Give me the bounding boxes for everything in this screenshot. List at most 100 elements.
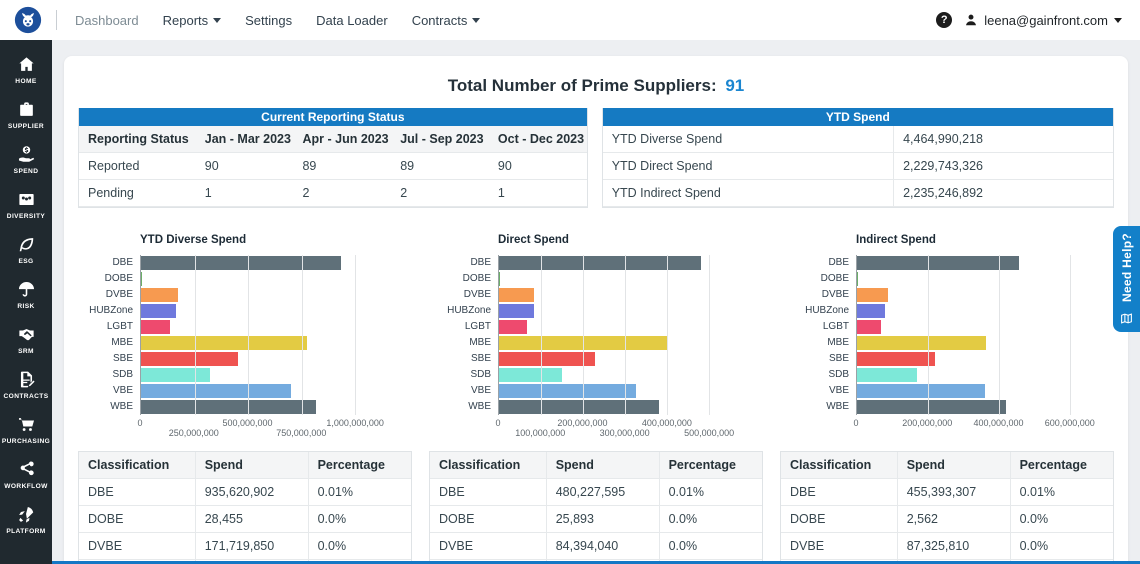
classification-cell: DBE xyxy=(79,478,196,506)
classification-col-header: Percentage xyxy=(307,452,411,479)
sidebar-item-home[interactable]: HOME xyxy=(0,52,52,88)
sidebar-item-purchasing[interactable]: PURCHASING xyxy=(0,412,52,448)
classification-table-2: Classification Spend Percentage DBE 480,227,… xyxy=(429,451,763,564)
bar-wbe xyxy=(857,400,1006,414)
sidebar-item-diversity[interactable]: DIVERSITY xyxy=(0,187,52,223)
x-axis-tick-label: 200,000,000 xyxy=(557,418,608,428)
classification-cell: DOBE xyxy=(79,505,196,533)
bar-sbe xyxy=(141,352,239,366)
y-axis-label: LGBT xyxy=(464,321,491,332)
bar-dobe xyxy=(141,272,142,286)
bar-vbe xyxy=(141,384,291,398)
need-help-map-icon xyxy=(1121,312,1132,324)
classification-cell: 87,325,810 xyxy=(896,532,1011,560)
x-axis-tick-label: 750,000,000 xyxy=(276,428,327,438)
y-axis-label: SBE xyxy=(470,353,491,364)
sidebar-item-supplier[interactable]: SUPPLIER xyxy=(0,97,52,133)
y-axis-label: DBE xyxy=(828,257,849,268)
reporting-status-table-title: Current Reporting Status xyxy=(79,108,587,126)
classification-cell: 0.0% xyxy=(307,532,411,560)
bar-row xyxy=(857,351,1084,367)
plot-area xyxy=(140,255,368,415)
user-menu[interactable]: leena@gainfront.com xyxy=(964,13,1122,28)
classification-row: DVBE 84,394,040 0.0% xyxy=(430,532,762,560)
y-axis-label: WBE xyxy=(826,401,849,412)
nav-item-data-loader[interactable]: Data Loader xyxy=(316,13,388,28)
x-axis-tick-label: 0 xyxy=(495,418,501,428)
sidebar-item-label: CONTRACTS xyxy=(3,393,49,400)
bar-row xyxy=(499,303,726,319)
sidebar-item-platform[interactable]: PLATFORM xyxy=(0,502,52,538)
handshake-icon xyxy=(18,329,34,341)
need-help-tab[interactable]: Need Help? xyxy=(1113,226,1140,332)
bar-dbe xyxy=(857,256,1019,270)
chart-title: YTD Diverse Spend xyxy=(140,234,247,246)
nav-item-settings[interactable]: Settings xyxy=(245,13,292,28)
sidebar-item-risk[interactable]: RISK xyxy=(0,277,52,313)
gridline xyxy=(583,255,585,415)
classification-col-header: Percentage xyxy=(658,452,762,479)
person-icon xyxy=(966,14,977,26)
classification-row: DOBE 28,455 0.0% xyxy=(79,505,411,533)
chart-direct-spend: Direct Spend DBE DOBE DVBE HUBZone LGBT MBE SBE… xyxy=(440,234,734,439)
classification-row: DVBE 171,719,850 0.0% xyxy=(79,532,411,560)
nav-item-label: Contracts xyxy=(411,12,468,28)
chart-title: Direct Spend xyxy=(498,234,569,246)
classification-cell: 0.0% xyxy=(658,505,762,533)
ytd-spend-cell: YTD Direct Spend xyxy=(602,152,894,180)
y-axis-labels: DBE DOBE DVBE HUBZone LGBT MBE SBE SDB VBE WBE xyxy=(440,255,498,415)
sidebar-item-esg[interactable]: ESG xyxy=(0,232,52,268)
sidebar-item-label: ESG xyxy=(18,258,34,265)
reporting-status-row: Pending 1 2 2 1 xyxy=(79,179,587,207)
nav-item-contracts[interactable]: Contracts xyxy=(412,13,481,28)
nav-item-label: Data Loader xyxy=(316,12,388,28)
gridline xyxy=(927,255,929,415)
y-axis-label: VBE xyxy=(470,385,491,396)
home-icon xyxy=(18,57,34,71)
bar-dvbe xyxy=(499,288,535,302)
main-content: Total Number of Prime Suppliers: 91 Curr… xyxy=(52,40,1140,564)
x-axis: 0 200,000,000 400,000,000 600,000,000 xyxy=(853,415,1094,439)
sidebar-item-workflow[interactable]: WORKFLOW xyxy=(0,457,52,493)
x-axis: 0 250,000,000 500,000,000 750,000,000 1,000,… xyxy=(137,415,383,439)
bar-row xyxy=(141,303,368,319)
bar-sdb xyxy=(141,368,210,382)
x-axis-tick-label: 100,000,000 xyxy=(515,428,566,438)
classification-cell: 2,562 xyxy=(896,505,1011,533)
top-bar: Dashboard Reports Settings Data Loader Contr… xyxy=(0,0,1140,40)
sidebar-item-spend[interactable]: SPEND xyxy=(0,142,52,178)
reporting-status-cell: Pending xyxy=(79,179,196,207)
gainfront-logo[interactable] xyxy=(14,6,42,34)
reporting-status-cell: 1 xyxy=(488,179,587,207)
bar-mbe xyxy=(857,336,987,350)
x-axis-tick-label: 500,000,000 xyxy=(684,428,735,438)
logo-divider xyxy=(56,10,57,30)
bar-row xyxy=(857,255,1084,271)
nav-item-reports[interactable]: Reports xyxy=(163,13,222,28)
y-axis-label: SBE xyxy=(828,353,849,364)
x-axis-tick-label: 0 xyxy=(853,418,859,428)
classification-cell: 171,719,850 xyxy=(194,532,309,560)
classification-cell: 935,620,902 xyxy=(194,478,309,506)
x-axis-tick-label: 400,000,000 xyxy=(641,418,692,428)
bar-sbe xyxy=(857,352,936,366)
bar-row xyxy=(857,303,1084,319)
reporting-status-row: Reported 90 89 89 90 xyxy=(79,152,587,180)
y-axis-label: DOBE xyxy=(820,273,849,284)
bar-hubzone xyxy=(499,304,535,318)
x-axis-tick-label: 0 xyxy=(137,418,143,428)
sidebar-item-contracts[interactable]: CONTRACTS xyxy=(0,367,52,403)
nav-item-dashboard[interactable]: Dashboard xyxy=(75,13,139,28)
nav-item-label: Dashboard xyxy=(75,12,139,28)
top-nav: Dashboard Reports Settings Data Loader Contr… xyxy=(75,13,481,28)
plot-area xyxy=(498,255,726,415)
sidebar-item-srm[interactable]: SRM xyxy=(0,322,52,358)
classification-cell: 0.01% xyxy=(307,478,411,506)
bar-dbe xyxy=(499,256,701,270)
bar-row xyxy=(141,271,368,287)
chart-title: Indirect Spend xyxy=(856,234,936,246)
classification-header-row: Classification Spend Percentage xyxy=(430,452,762,479)
help-icon[interactable]: ? xyxy=(936,12,953,28)
bar-row xyxy=(141,383,368,399)
sidebar-item-label: SPEND xyxy=(13,168,39,175)
